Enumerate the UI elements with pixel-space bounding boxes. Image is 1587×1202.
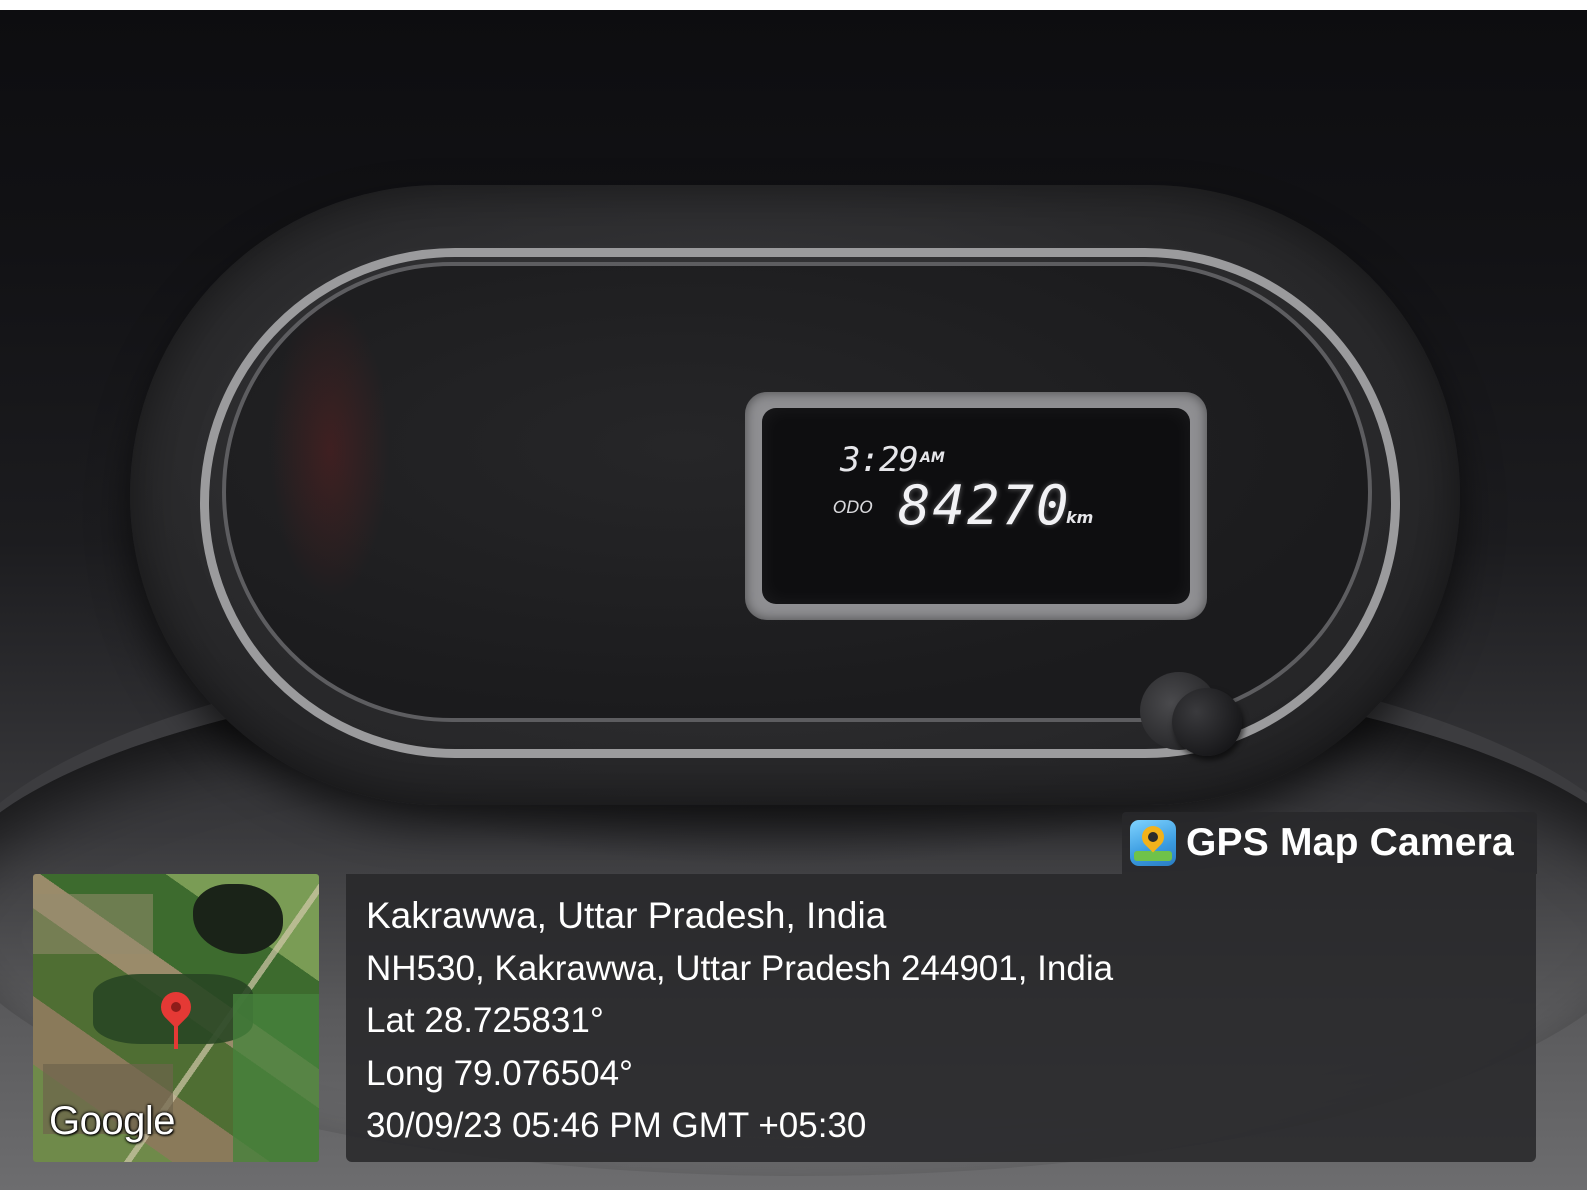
location-info-panel: Kakrawwa, Uttar Pradesh, India NH530, Ka… xyxy=(346,874,1536,1162)
odometer-value: 84270 xyxy=(898,474,1071,537)
timestamp: 30/09/23 05:46 PM GMT +05:30 xyxy=(366,1106,867,1145)
latitude: Lat 28.725831° xyxy=(366,1001,604,1040)
trip-reset-knob xyxy=(1172,688,1242,756)
location-title: Kakrawwa, Uttar Pradesh, India xyxy=(366,895,887,936)
gps-map-camera-badge: GPS Map Camera xyxy=(1122,812,1537,874)
odometer-unit: km xyxy=(1066,508,1094,527)
gauge-reflection xyxy=(270,300,390,600)
brand-name: GPS Map Camera xyxy=(1186,821,1514,864)
map-thumbnail: Google xyxy=(33,874,319,1162)
address-line: NH530, Kakrawwa, Uttar Pradesh 244901, I… xyxy=(366,948,1114,988)
odometer-label: ODO xyxy=(833,498,873,518)
longitude: Long 79.076504° xyxy=(366,1053,634,1093)
clock-ampm: AM xyxy=(920,450,945,466)
google-logo: Google xyxy=(49,1099,175,1143)
gps-map-camera-logo-icon xyxy=(1130,820,1176,866)
